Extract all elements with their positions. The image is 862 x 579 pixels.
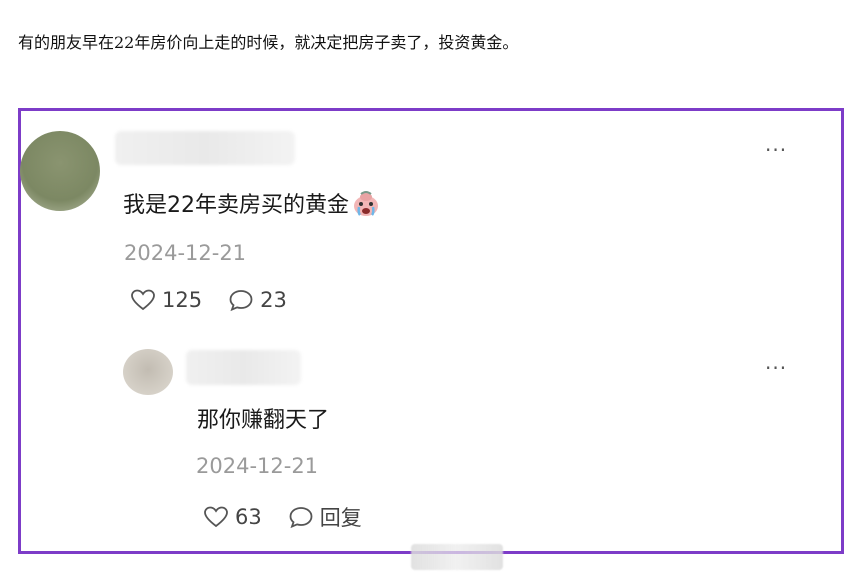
reply-button-label: 回复	[319, 506, 362, 530]
reply-more-options-icon[interactable]: ···	[765, 358, 787, 378]
comment-actions: 125 23	[130, 288, 313, 312]
reply-username-blurred[interactable]	[186, 350, 301, 385]
crying-face-emoji-icon	[354, 191, 378, 216]
like-button[interactable]: 125	[130, 288, 202, 312]
reply-text: 那你赚翻天了	[197, 408, 330, 433]
reply-avatar[interactable]	[123, 349, 173, 395]
heart-icon	[204, 506, 228, 528]
username-blurred[interactable]	[115, 131, 295, 165]
avatar[interactable]	[20, 131, 100, 211]
reply-button[interactable]: 回复	[288, 502, 362, 532]
watermark	[411, 544, 503, 570]
comment-body: 我是22年卖房买的黄金	[123, 193, 349, 218]
comment-bubble-icon	[229, 290, 253, 312]
comment-date: 2024-12-21	[124, 241, 247, 265]
comment-bubble-icon	[289, 507, 313, 529]
like-count: 125	[162, 288, 203, 312]
reply-count: 23	[260, 288, 287, 312]
more-options-icon[interactable]: ···	[765, 140, 787, 160]
reply-like-count: 63	[235, 505, 262, 529]
comment-text: 我是22年卖房买的黄金	[123, 187, 381, 219]
reply-date: 2024-12-21	[196, 454, 319, 478]
screenshot-frame	[18, 108, 844, 554]
reply-actions: 63 回复	[203, 502, 388, 532]
reply-like-button[interactable]: 63	[203, 505, 262, 529]
headline-text: 有的朋友早在22年房价向上走的时候，就决定把房子卖了，投资黄金。	[18, 33, 519, 52]
heart-icon	[131, 289, 155, 311]
reply-count-button[interactable]: 23	[228, 288, 287, 312]
